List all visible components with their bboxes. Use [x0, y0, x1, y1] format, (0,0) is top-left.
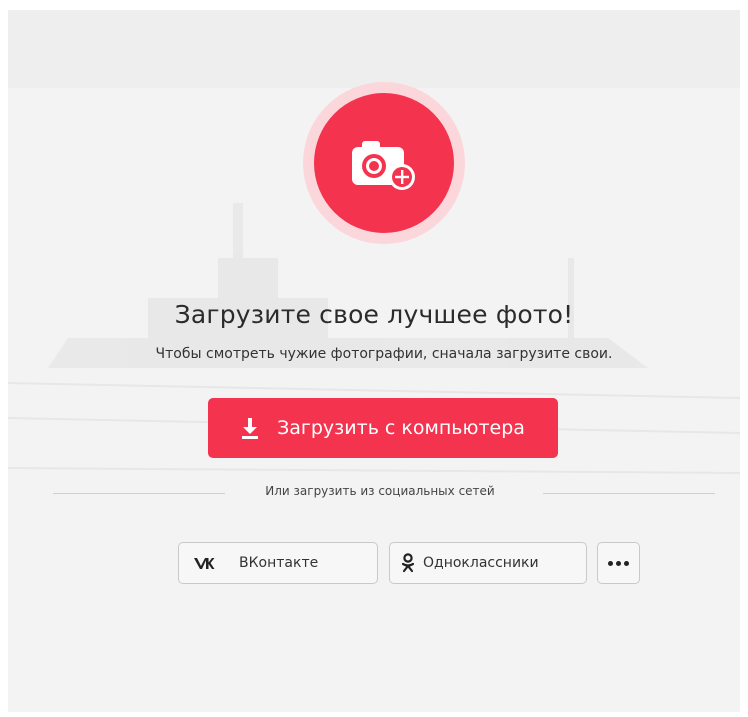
- more-social-button[interactable]: [597, 542, 640, 584]
- divider-line-right: [543, 493, 715, 494]
- camera-plus-icon: [352, 141, 415, 190]
- more-dots-icon: [608, 560, 629, 566]
- social-divider-text: Или загрузить из социальных сетей: [265, 484, 495, 498]
- download-icon: [242, 418, 259, 439]
- vk-label: ВКонтакте: [239, 555, 319, 571]
- vk-button[interactable]: ВКонтакте: [178, 542, 378, 584]
- upload-button-label: Загрузить с компьютера: [277, 417, 525, 439]
- odnoklassniki-icon: [401, 553, 419, 573]
- odnoklassniki-button[interactable]: Одноклассники: [389, 542, 587, 584]
- upload-photo-button[interactable]: [314, 93, 454, 233]
- divider-line-left: [53, 493, 225, 494]
- upload-headline: Загрузите свое лучшее фото!: [174, 300, 574, 329]
- top-band: [8, 10, 740, 88]
- upload-from-computer-button[interactable]: Загрузить с компьютера: [208, 398, 558, 458]
- upload-photo-circle[interactable]: [303, 82, 465, 244]
- vk-icon: [193, 556, 219, 570]
- odnoklassniki-label: Одноклассники: [423, 555, 539, 571]
- upload-subline: Чтобы смотреть чужие фотографии, сначала…: [155, 346, 613, 362]
